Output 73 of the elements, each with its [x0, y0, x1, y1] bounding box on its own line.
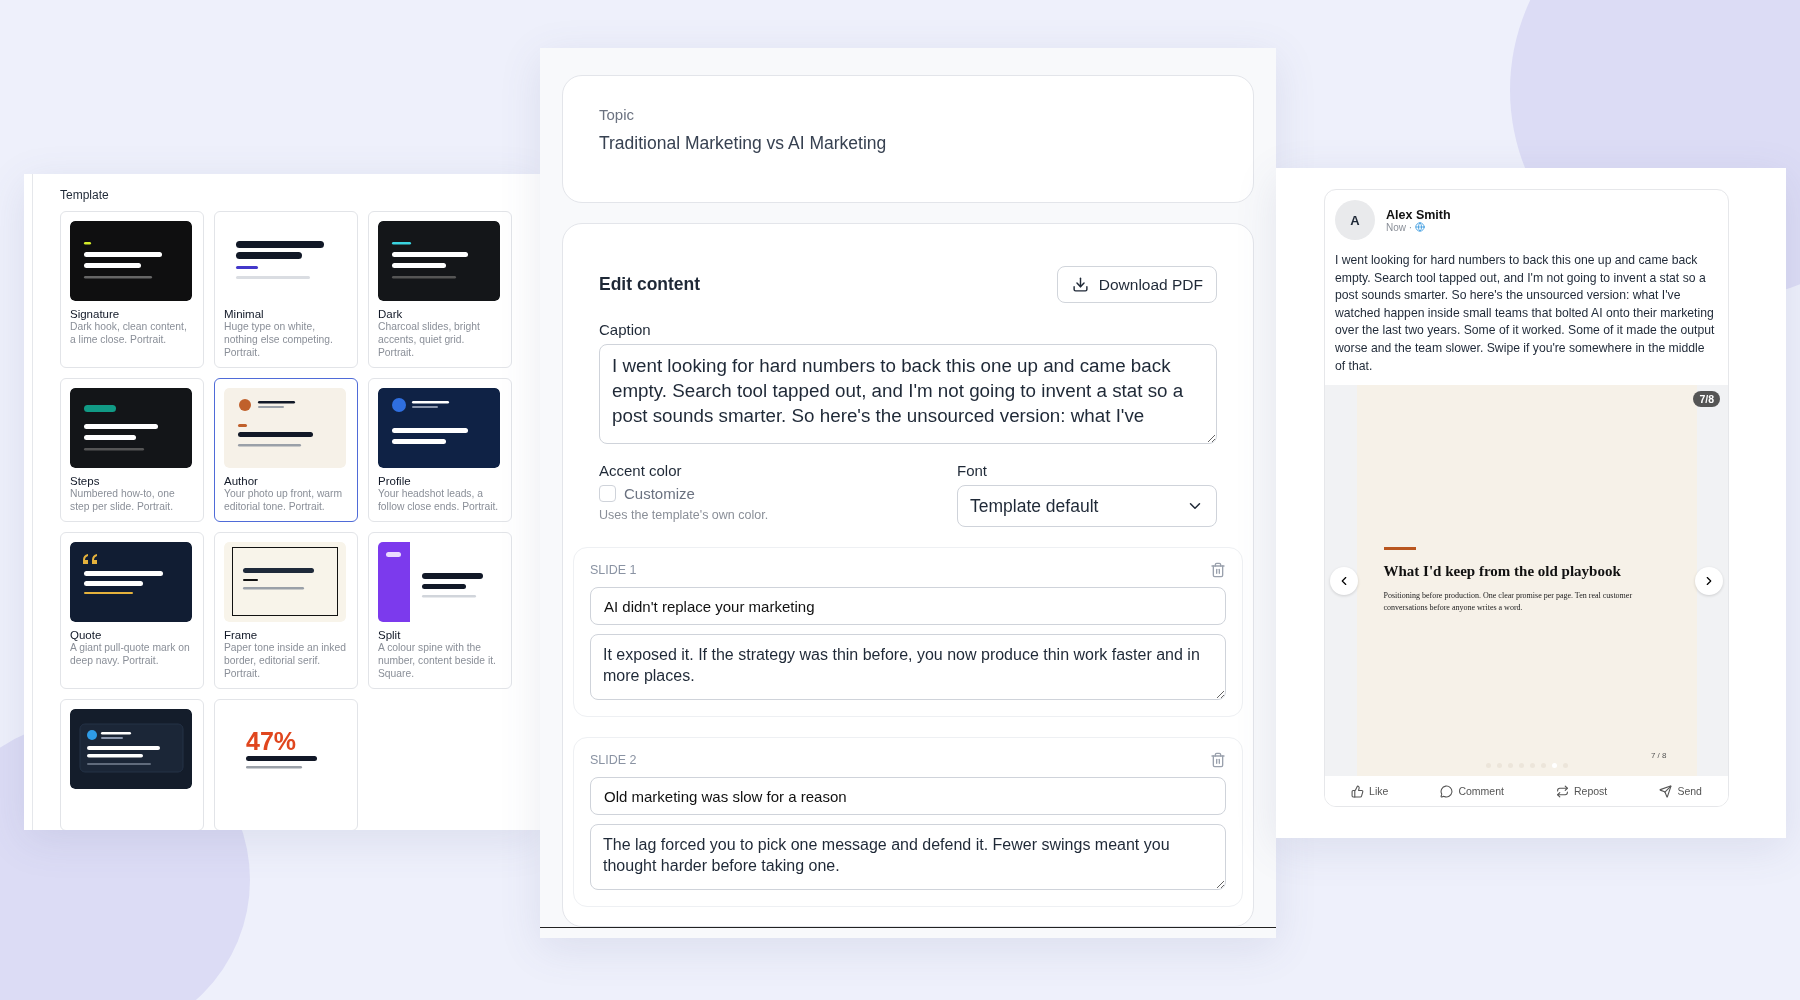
template-name: Author	[224, 475, 259, 487]
comment-icon	[1440, 784, 1454, 798]
template-card[interactable]: Dark Charcoal slides, bright accents, quiet grid. Portrait.	[368, 211, 512, 368]
template-card[interactable]: Quote A giant pull-quote mark on deep navy. Portrait.	[60, 532, 204, 689]
topic-value: Traditional Marketing vs AI Marketing	[599, 133, 888, 154]
globe-icon	[1415, 222, 1426, 232]
download-button[interactable]: Download PDF	[1056, 266, 1217, 303]
author-name: Alex Smith	[1386, 207, 1451, 222]
slide-body: Positioning before production. One clear promise per page. Ten real customer conversations before anyone writes a word.	[1383, 589, 1634, 615]
repost-icon	[1556, 784, 1569, 798]
download-icon	[1071, 276, 1089, 293]
next-button[interactable]	[1695, 566, 1723, 595]
checkbox-label: Customize	[624, 485, 695, 502]
template-description: Numbered how-to, one step per slide. Portrait.	[70, 487, 176, 513]
action-button[interactable]: Send	[1653, 783, 1708, 799]
template-description: Huge type on white, nothing else competing. Portrait.	[224, 320, 334, 359]
field-label: Accent color	[599, 462, 683, 479]
slide-counter: 7/8	[1693, 391, 1720, 408]
field-label: Caption	[599, 321, 652, 338]
caption-field[interactable]: I went looking for hard numbers to back this one up and came back empty. Search tool tapped out, and I'm not going to invent a stat so a post sounds smarter. So here's the unsourced version: what I've	[599, 344, 1217, 444]
section-title: Edit content	[599, 274, 701, 295]
template-name: Profile	[378, 475, 412, 487]
font-select[interactable]: Template default	[957, 485, 1217, 527]
stat-text: 47%	[246, 728, 298, 754]
template-description: Your headshot leads, a follow close ends. Portrait.	[378, 487, 500, 513]
template-card[interactable]: Frame Paper tone inside an inked border, editorial serif. Portrait.	[214, 532, 358, 689]
trash-icon[interactable]	[1210, 562, 1226, 578]
template-name: Minimal	[224, 308, 265, 320]
template-card[interactable]: Minimal Huge type on white, nothing else competing. Portrait.	[214, 211, 358, 368]
slide-body-field[interactable]: The lag forced you to pick one message and defend it. Fewer swings meant you thought harder before taking one.	[590, 824, 1226, 890]
bar-lines-drawing	[246, 756, 318, 770]
slide-title-field[interactable]: AI didn't replace your marketing	[590, 587, 1226, 625]
action-button[interactable]: Like	[1345, 783, 1395, 799]
slide-title-field[interactable]: Old marketing was slow for a reason	[590, 777, 1226, 815]
action-button[interactable]: Comment	[1434, 783, 1510, 799]
template-name: Quote	[70, 629, 103, 641]
template-card[interactable]	[60, 699, 204, 830]
field-label: Topic	[599, 106, 636, 123]
post-time: Now ·	[1386, 221, 1413, 233]
page-number: 7 / 8	[1650, 751, 1667, 760]
slide-label: SLIDE 1	[590, 563, 637, 577]
template-description: A colour spine with the number, content beside it. Square.	[378, 641, 497, 680]
template-card[interactable]: Steps Numbered how-to, one step per slide. Portrait.	[60, 378, 204, 522]
template-name: Signature	[70, 308, 121, 320]
slide-label: SLIDE 2	[590, 753, 637, 767]
section-label: Template	[60, 188, 110, 202]
slide-body-field[interactable]: It exposed it. If the strategy was thin before, you now produce thin work faster and in more places.	[590, 634, 1226, 700]
action-button[interactable]: Repost	[1550, 783, 1614, 799]
field-label: Font	[957, 462, 988, 479]
template-name: Split	[378, 629, 402, 641]
template-description: A giant pull-quote mark on deep navy. Portrait.	[70, 641, 191, 667]
send-icon	[1659, 784, 1673, 798]
template-description: Charcoal slides, bright accents, quiet grid. Portrait.	[378, 320, 481, 359]
template-description: Dark hook, clean content, a lime close. Portrait.	[70, 320, 188, 346]
template-name: Dark	[378, 308, 404, 320]
post-text: I went looking for hard numbers to back this one up and came back empty. Search tool tapped out, and I'm not going to invent a stat so a post sounds smarter. So here's the unsourced version: what I've watched happen inside small teams that bolted AI onto their marketing over the last two years. Some of it worked. Some of it made the output worse and the team slower. Swipe if you're somewhere in the middle of that.	[1334, 252, 1716, 375]
hint-text: Uses the template's own color.	[599, 508, 770, 522]
template-card[interactable]: Author Your photo up front, warm editorial tone. Portrait.	[214, 378, 358, 522]
template-name: Steps	[70, 475, 101, 487]
previous-button[interactable]	[1330, 566, 1358, 595]
template-description: Your photo up front, warm editorial tone. Portrait.	[224, 487, 344, 513]
thumbs-up-icon	[1351, 784, 1365, 798]
template-name: Frame	[224, 629, 259, 641]
template-card[interactable]: Signature Dark hook, clean content, a lime close. Portrait.	[60, 211, 204, 368]
template-card[interactable]: Profile Your headshot leads, a follow close ends. Portrait.	[368, 378, 512, 522]
checkbox[interactable]	[599, 485, 616, 502]
trash-icon[interactable]	[1210, 752, 1226, 768]
accent-rule	[1383, 546, 1416, 550]
template-description: Paper tone inside an inked border, editorial serif. Portrait.	[224, 641, 347, 680]
template-card[interactable]: 47%	[214, 699, 358, 830]
template-card[interactable]: Split A colour spine with the number, content beside it. Square.	[368, 532, 512, 689]
avatar: A	[1335, 200, 1375, 240]
slide-heading: What I'd keep from the old playbook	[1383, 562, 1622, 580]
